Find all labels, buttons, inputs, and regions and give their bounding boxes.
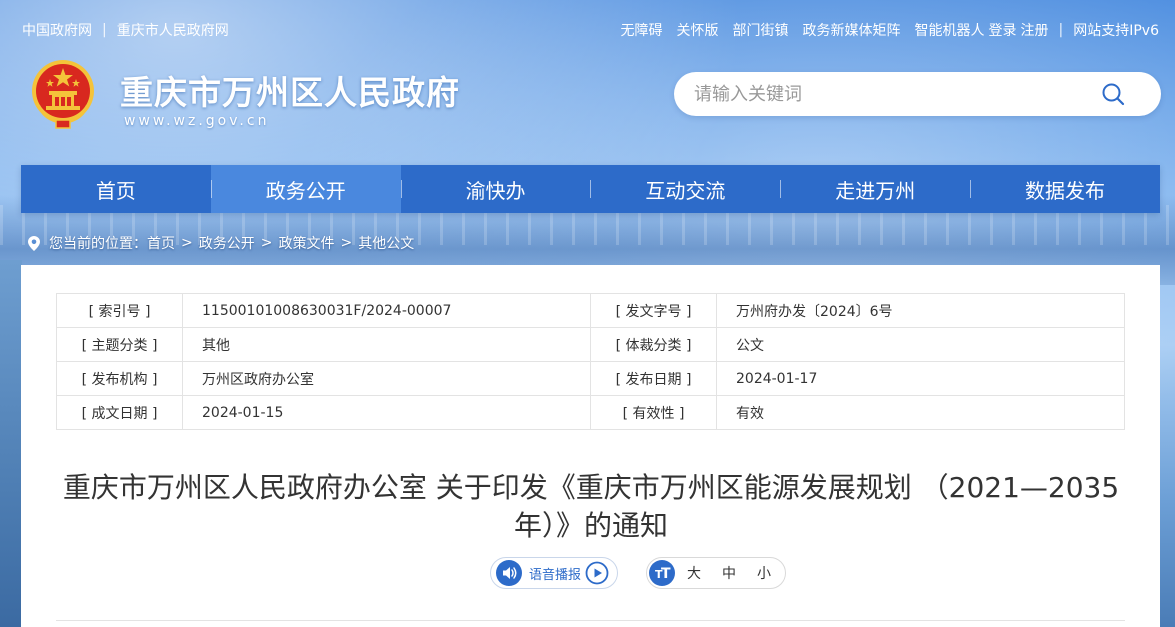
font-size-switcher: T T 大 中 小 (646, 557, 786, 589)
nav-government-affairs[interactable]: 政务公开 (210, 165, 401, 213)
meta-label: [ 索引号 ] (56, 293, 183, 328)
link-ipv6[interactable]: 网站支持IPv6 (1073, 20, 1159, 40)
table-row: [ 成文日期 ] 2024-01-15 [ 有效性 ] 有效 (56, 395, 1125, 430)
font-size-large[interactable]: 大 (687, 563, 701, 583)
top-left-links: 中国政府网 | 重庆市人民政府网 (22, 20, 229, 40)
breadcrumb-home[interactable]: 首页 (147, 233, 175, 253)
search-input[interactable] (694, 82, 1094, 106)
table-row: [ 发布机构 ] 万州区政府办公室 [ 发布日期 ] 2024-01-17 (56, 361, 1125, 396)
meta-label: [ 有效性 ] (590, 395, 717, 430)
speaker-icon (496, 560, 522, 586)
meta-value: 11500101008630031F/2024-00007 (182, 293, 591, 328)
background-left-edge (0, 260, 22, 627)
meta-value: 万州府办发〔2024〕6号 (716, 293, 1125, 328)
search-box (674, 72, 1161, 116)
nav-data-release[interactable]: 数据发布 (970, 165, 1160, 213)
top-right-links: 无障碍 关怀版 部门街镇 政务新媒体矩阵 智能机器人 登录 注册 | 网站支持I… (621, 20, 1159, 40)
font-size-icon: T T (649, 560, 675, 586)
link-chongqing-gov[interactable]: 重庆市人民政府网 (117, 20, 229, 40)
table-row: [ 索引号 ] 11500101008630031F/2024-00007 [ … (56, 293, 1125, 328)
breadcrumb-arrow: > (340, 235, 353, 251)
nav-home[interactable]: 首页 (21, 165, 211, 213)
meta-value: 2024-01-15 (182, 395, 591, 430)
audio-broadcast-button[interactable]: 语音播报 (490, 557, 618, 589)
main-nav: 首页 政务公开 渝快办 互动交流 走进万州 数据发布 (21, 165, 1160, 213)
play-icon[interactable] (585, 561, 609, 585)
document-title-line: 重庆市万州区人民政府办公室 关于印发《重庆市万州区能源发展规划 （2021—20… (62, 471, 1120, 504)
meta-label: [ 主题分类 ] (56, 327, 183, 362)
nav-yukuaiban[interactable]: 渝快办 (400, 165, 591, 213)
register-link[interactable]: 注册 (1021, 20, 1049, 40)
meta-label: [ 成文日期 ] (56, 395, 183, 430)
breadcrumb-arrow: > (260, 235, 273, 251)
divider (56, 620, 1125, 621)
separator: | (102, 22, 107, 38)
meta-label: [ 体裁分类 ] (590, 327, 717, 362)
meta-value: 其他 (182, 327, 591, 362)
site-title[interactable]: 重庆市万州区人民政府 (120, 66, 460, 114)
nav-about-wanzhou[interactable]: 走进万州 (780, 165, 970, 213)
document-title: 重庆市万州区人民政府办公室 关于印发《重庆市万州区能源发展规划 （2021—20… (41, 469, 1141, 545)
link-care-version[interactable]: 关怀版 (677, 20, 719, 40)
link-accessibility[interactable]: 无障碍 (621, 20, 663, 40)
top-bar: 中国政府网 | 重庆市人民政府网 无障碍 关怀版 部门街镇 政务新媒体矩阵 智能… (0, 0, 1175, 56)
meta-label: [ 发布日期 ] (590, 361, 717, 396)
font-size-small[interactable]: 小 (757, 563, 771, 583)
audio-label: 语音播报 (529, 567, 582, 583)
meta-label: [ 发布机构 ] (56, 361, 183, 396)
document-meta-table: [ 索引号 ] 11500101008630031F/2024-00007 [ … (56, 293, 1125, 430)
meta-value: 有效 (716, 395, 1125, 430)
site-url: www.wz.gov.cn (124, 113, 270, 129)
location-pin-icon (28, 235, 40, 251)
reading-tools: 语音播报 T T 大 中 小 (21, 557, 1160, 589)
meta-value: 公文 (716, 327, 1125, 362)
breadcrumb-arrow: > (181, 235, 193, 251)
meta-value: 2024-01-17 (716, 361, 1125, 396)
national-emblem-icon (32, 60, 94, 129)
breadcrumb-prefix: 您当前的位置： (49, 236, 147, 252)
document-title-line: 年）》的通知 (513, 509, 668, 542)
breadcrumb-other-documents[interactable]: 其他公文 (358, 233, 414, 253)
nav-interaction[interactable]: 互动交流 (590, 165, 780, 213)
svg-text:T: T (661, 566, 671, 582)
link-china-gov[interactable]: 中国政府网 (22, 20, 92, 40)
separator: | (1058, 22, 1064, 38)
meta-label: [ 发文字号 ] (590, 293, 717, 328)
breadcrumb-government-affairs[interactable]: 政务公开 (199, 233, 255, 253)
search-icon[interactable] (1101, 82, 1125, 106)
login-link[interactable]: 登录 (989, 20, 1017, 40)
link-robot[interactable]: 智能机器人 (915, 20, 985, 40)
breadcrumb: 您当前的位置： 首页 > 政务公开 > 政策文件 > 其他公文 (28, 233, 414, 253)
link-new-media[interactable]: 政务新媒体矩阵 (803, 20, 901, 40)
breadcrumb-policy-files[interactable]: 政策文件 (278, 233, 334, 253)
content-panel: [ 索引号 ] 11500101008630031F/2024-00007 [ … (21, 265, 1160, 627)
link-departments[interactable]: 部门街镇 (733, 20, 789, 40)
font-size-medium[interactable]: 中 (722, 563, 736, 583)
meta-value: 万州区政府办公室 (182, 361, 591, 396)
table-row: [ 主题分类 ] 其他 [ 体裁分类 ] 公文 (56, 327, 1125, 362)
